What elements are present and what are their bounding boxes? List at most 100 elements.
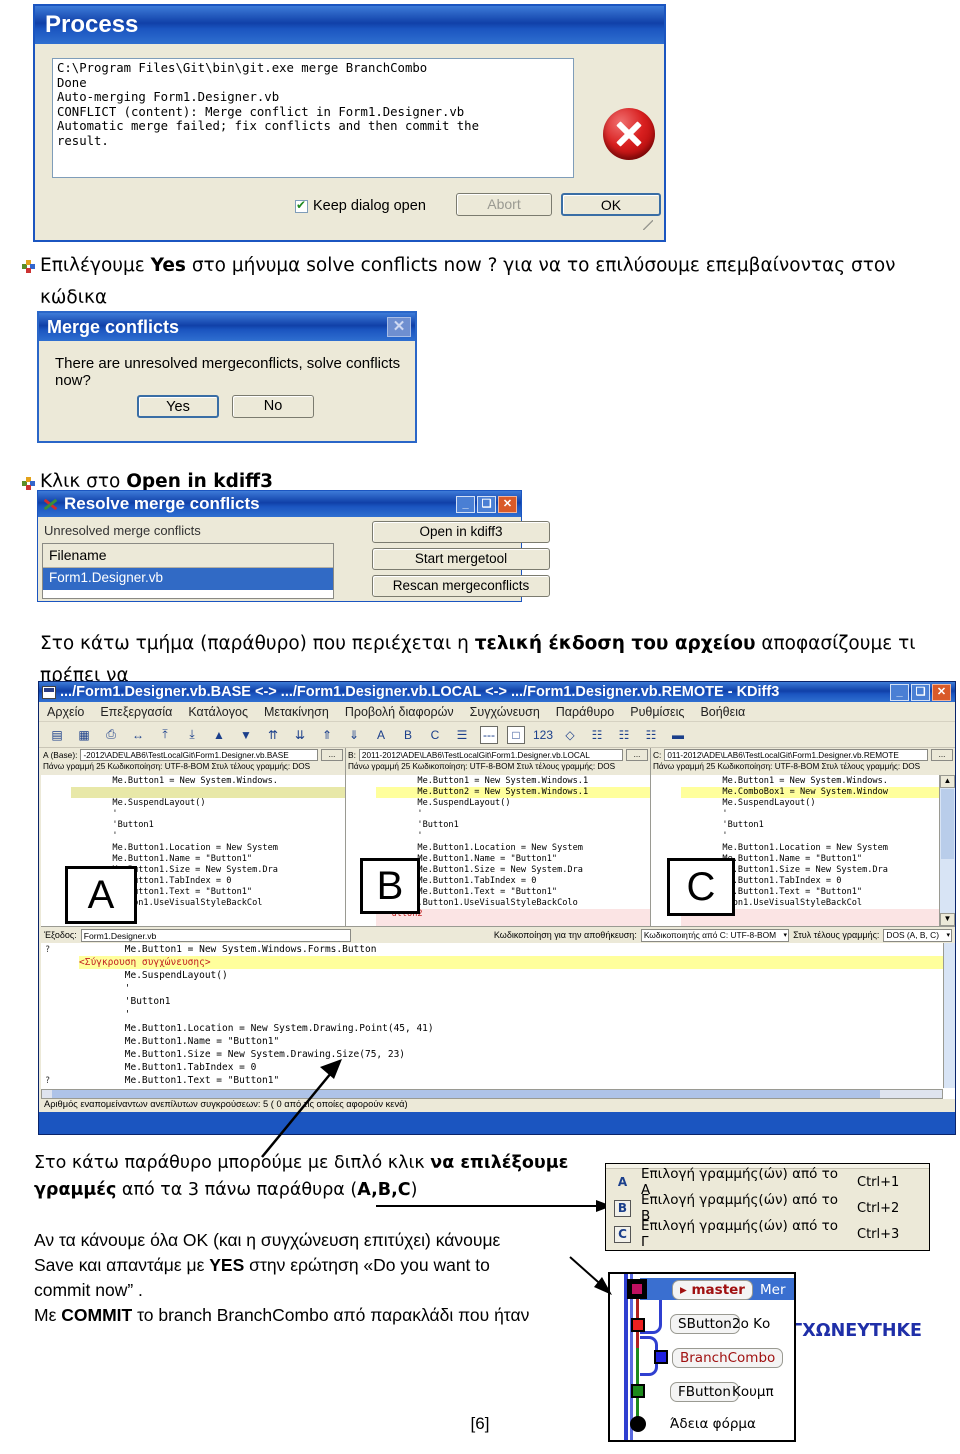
- next-conflict-icon[interactable]: ⇊: [291, 726, 309, 744]
- pane-b-browse-button[interactable]: ...: [626, 749, 648, 761]
- start-mergetool-button[interactable]: Start mergetool: [372, 548, 550, 570]
- merge-status-text: Αριθμός εναπομείναντων ανεπίλυτων συγκρο…: [41, 1099, 955, 1112]
- scroll-thumb[interactable]: [941, 789, 954, 859]
- vertical-scrollbar[interactable]: ▲ ▼: [939, 775, 955, 926]
- open-in-kdiff3-button[interactable]: Open in kdiff3: [372, 521, 550, 543]
- process-dialog-titlebar: Process: [35, 6, 664, 44]
- branch-arrow-icon: ▸: [680, 1282, 687, 1298]
- step4-line2-bold: γραμμές: [34, 1180, 117, 1200]
- menu-item-movement[interactable]: Μετακίνηση: [264, 705, 329, 719]
- menu-item-window[interactable]: Παράθυρο: [556, 705, 614, 719]
- eol-select[interactable]: DOS (A, B, C): [883, 928, 952, 942]
- diff-pane-b[interactable]: B: 2011-2012\ADE\LAB6\TestLocalGit\Form1…: [346, 748, 651, 926]
- close-icon[interactable]: ✕: [387, 317, 411, 337]
- branch-label-sbutton[interactable]: SButton: [670, 1314, 740, 1334]
- maximize-icon[interactable]: ❑: [477, 495, 496, 513]
- step5-line2-pre: Save και απαντάμε με: [34, 1255, 210, 1275]
- merge-vertical-scrollbar[interactable]: [943, 943, 955, 1088]
- dash-icon[interactable]: ---: [480, 725, 498, 744]
- resize-grip-icon[interactable]: [643, 220, 653, 230]
- kdiff3-toolbar: ▤ ▦ ⎙ ↔ ⤒ ⤓ ▲ ▼ ⇈ ⇊ ⇑ ⇓ A B C ☰ --- □ 12…: [39, 722, 955, 748]
- close-icon[interactable]: ✕: [498, 495, 517, 513]
- choose-a-icon[interactable]: A: [372, 726, 390, 744]
- resolve-merge-conflicts-dialog: Resolve merge conflicts _ ❑ ✕ Unresolved…: [37, 490, 550, 602]
- print-icon[interactable]: ⎙: [102, 726, 120, 744]
- scroll-down-icon[interactable]: ▼: [940, 913, 955, 926]
- encoding-select[interactable]: Κωδικοποιητής από C: UTF-8-BOM: [640, 928, 790, 942]
- step4-line1-pre: Στο κάτω παράθυρο μπορούμε με διπλό κλικ: [34, 1153, 431, 1173]
- choose-c-icon[interactable]: C: [426, 726, 444, 744]
- auto-solve-icon[interactable]: ☰: [453, 726, 471, 744]
- minimize-icon[interactable]: _: [456, 495, 475, 513]
- pane-c-browse-button[interactable]: ...: [931, 749, 953, 761]
- bar-icon[interactable]: ▬: [669, 726, 687, 744]
- menu-item-settings[interactable]: Ρυθμίσεις: [630, 705, 684, 719]
- pane-c-path[interactable]: 011-2012\ADE\LAB6\TestLocalGit\Form1.Des…: [664, 749, 928, 761]
- rescan-mergeconflicts-button[interactable]: Rescan mergeconflicts: [372, 575, 550, 597]
- pane-b-path[interactable]: 2011-2012\ADE\LAB6\TestLocalGit\Form1.De…: [358, 749, 623, 761]
- close-icon[interactable]: ✕: [932, 683, 951, 701]
- minimize-icon[interactable]: _: [890, 683, 909, 701]
- menu-item-edit[interactable]: Επεξεργασία: [100, 705, 172, 719]
- branch-label-fbutton[interactable]: FButton: [670, 1382, 739, 1402]
- split2-icon[interactable]: ☷: [615, 726, 633, 744]
- menu-item-merge[interactable]: Συγχώνευση: [470, 705, 540, 719]
- branch-label-branchcombo[interactable]: BranchCombo: [672, 1348, 784, 1368]
- menu-item-diffview[interactable]: Προβολή διαφορών: [345, 705, 454, 719]
- linenumbers-icon[interactable]: 123: [533, 726, 553, 744]
- menu-item-directory[interactable]: Κατάλογος: [188, 705, 248, 719]
- diamond-icon[interactable]: ◇: [561, 726, 579, 744]
- pane-a-browse-button[interactable]: ...: [321, 749, 343, 761]
- menu-item-help[interactable]: Βοήθεια: [700, 705, 745, 719]
- kdiff3-menubar: Αρχείο Επεξεργασία Κατάλογος Μετακίνηση …: [39, 702, 955, 722]
- pane-b-code-highlight: Me.Button2 = New System.Windows.1: [376, 787, 650, 799]
- step5-paragraph: Αν τα κάνουμε όλα ΟΚ (και η συγχώνευση ε…: [34, 1228, 604, 1328]
- conflict-file-list[interactable]: Filename Form1.Designer.vb: [42, 543, 334, 599]
- merge-output-pane: Έξοδος: Form1.Designer.vb Κωδικοποίηση γ…: [41, 926, 955, 1125]
- prev-delta-icon[interactable]: ⤓: [183, 726, 201, 744]
- diff-icon[interactable]: ↔: [129, 726, 147, 744]
- branch-node-sbutton[interactable]: [631, 1318, 645, 1332]
- branch-label-master[interactable]: ▸ master: [672, 1280, 753, 1300]
- step4-line1-bold: να επιλέξουμε: [430, 1153, 569, 1173]
- scroll-up-icon[interactable]: ▲: [940, 775, 955, 788]
- menu-item-file[interactable]: Αρχείο: [47, 705, 84, 719]
- prev-unsolved-icon[interactable]: ⇑: [318, 726, 336, 744]
- ok-button[interactable]: OK: [561, 193, 661, 216]
- merge-output-code[interactable]: Me.Button1 = New System.Windows.Forms.Bu…: [41, 943, 943, 1088]
- whitespace-icon[interactable]: □: [507, 725, 525, 744]
- branch-node-master[interactable]: [627, 1279, 647, 1299]
- pane-a-code-highlight: [71, 787, 345, 799]
- next-unsolved-icon[interactable]: ⇓: [345, 726, 363, 744]
- merge-horizontal-scrollbar[interactable]: [41, 1089, 943, 1099]
- process-log-textarea[interactable]: C:\Program Files\Git\bin\git.exe merge B…: [52, 58, 574, 178]
- save-icon[interactable]: ▦: [75, 726, 93, 744]
- diff-pane-a[interactable]: A (Base): -2012\ADE\LAB6\TestLocalGit\Fo…: [41, 748, 346, 926]
- branch-node-branchcombo[interactable]: [654, 1350, 668, 1364]
- pane-a-path[interactable]: -2012\ADE\LAB6\TestLocalGit\Form1.Design…: [80, 749, 318, 761]
- prev-conflict-icon[interactable]: ⇈: [264, 726, 282, 744]
- step5-line4-post: το branch BranchCombo από παρακλάδι που …: [132, 1305, 530, 1325]
- first-diff-icon[interactable]: ⤒: [156, 726, 174, 744]
- keep-dialog-open-checkbox[interactable]: [295, 198, 308, 213]
- yes-button[interactable]: Yes: [137, 395, 219, 418]
- menu-item-select-from-c[interactable]: C Επιλογή γραμμής(ών) από το Γ Ctrl+3: [606, 1218, 929, 1250]
- list-item[interactable]: Form1.Designer.vb: [43, 568, 333, 590]
- up-icon[interactable]: ▲: [210, 726, 228, 744]
- kdiff3-diff-panes: A (Base): -2012\ADE\LAB6\TestLocalGit\Fo…: [41, 748, 955, 926]
- scroll-thumb[interactable]: [52, 1090, 880, 1098]
- keep-dialog-open-row[interactable]: Keep dialog open: [295, 198, 426, 214]
- maximize-icon[interactable]: ❑: [911, 683, 930, 701]
- split1-icon[interactable]: ☷: [588, 726, 606, 744]
- split3-icon[interactable]: ☷: [642, 726, 660, 744]
- keep-dialog-open-label: Keep dialog open: [313, 198, 426, 214]
- choose-b-icon[interactable]: B: [399, 726, 417, 744]
- no-button[interactable]: No: [232, 395, 314, 418]
- merge-output-filename[interactable]: Form1.Designer.vb: [80, 928, 351, 942]
- diff-pane-c[interactable]: C: 011-2012\ADE\LAB6\TestLocalGit\Form1.…: [651, 748, 955, 926]
- abort-button[interactable]: Abort: [456, 193, 552, 216]
- down-icon[interactable]: ▼: [237, 726, 255, 744]
- open-icon[interactable]: ▤: [48, 726, 66, 744]
- branch-node-fbutton[interactable]: [631, 1384, 645, 1398]
- pane-a-header: A (Base): -2012\ADE\LAB6\TestLocalGit\Fo…: [41, 748, 345, 762]
